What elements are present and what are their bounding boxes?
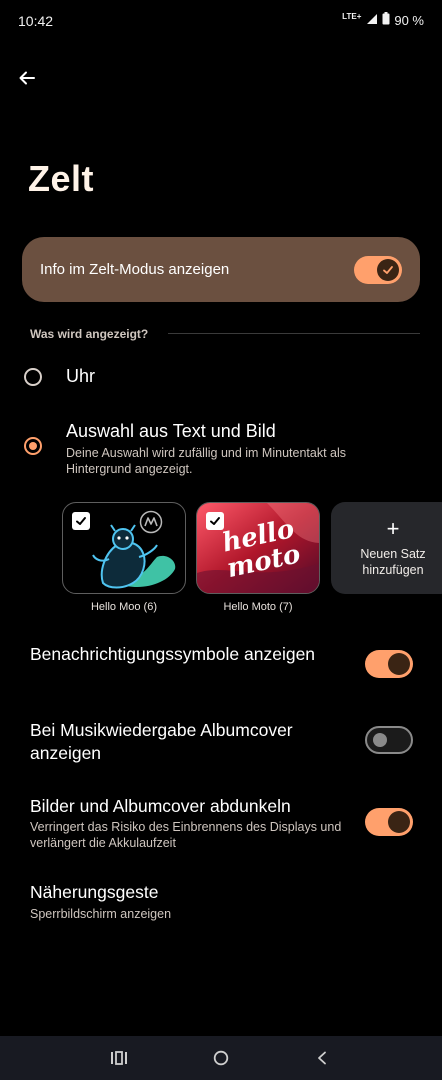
master-toggle-card[interactable]: Info im Zelt-Modus anzeigen (22, 237, 420, 302)
setting-dim-images-subtitle: Verringert das Risiko des Einbrennens de… (30, 820, 342, 850)
signal-icon (366, 13, 378, 28)
arrow-left-icon (19, 71, 35, 85)
option-text-bild-subtitle: Deine Auswahl wird zufällig und im Minut… (66, 446, 346, 476)
hello-moo-illustration (92, 524, 176, 589)
add-set-button[interactable]: + Neuen Satz hinzufügen (331, 502, 442, 594)
back-button[interactable] (12, 63, 42, 93)
network-type: LTE+ (342, 11, 362, 21)
switch-thumb (373, 733, 387, 747)
album-cover-switch[interactable] (365, 726, 413, 754)
setting-proximity-gesture-subtitle: Sperrbildschirm anzeigen (30, 907, 172, 921)
radio-dot (29, 442, 37, 450)
setting-notification-icons-title: Benachrichtigungssymbole anzeigen (30, 644, 316, 664)
status-time: 10:42 (18, 13, 54, 29)
radio-uhr[interactable] (24, 368, 42, 386)
set-caption-hello-moto: Hello Moto (7) (223, 601, 293, 613)
plus-icon: + (386, 516, 400, 541)
check-icon (210, 517, 220, 525)
recents-button[interactable] (107, 1046, 131, 1070)
home-button[interactable] (209, 1046, 233, 1070)
setting-dim-images[interactable]: Bilder und Albumcover abdunkeln Verringe… (0, 795, 442, 855)
set-tile-hello-moo[interactable] (62, 502, 186, 594)
section-divider (168, 333, 420, 334)
add-set-label: Neuen Satz hinzufügen (360, 547, 426, 577)
master-toggle-label: Info im Zelt-Modus anzeigen (40, 261, 230, 278)
recents-icon (111, 1051, 127, 1065)
master-switch[interactable] (354, 255, 402, 284)
check-icon (383, 265, 393, 274)
chevron-left-icon (318, 1051, 326, 1065)
home-icon (213, 1050, 229, 1066)
switch-thumb (388, 811, 410, 833)
option-uhr-title: Uhr (66, 366, 96, 386)
radio-text-bild[interactable] (24, 437, 42, 455)
battery-icon (382, 12, 390, 28)
switch-thumb (388, 653, 410, 675)
setting-proximity-gesture[interactable]: Näherungsgeste Sperrbildschirm anzeigen (0, 881, 442, 925)
option-text-bild-title: Auswahl aus Text und Bild (66, 421, 276, 441)
setting-dim-images-title: Bilder und Albumcover abdunkeln (30, 796, 291, 816)
notification-icons-switch[interactable] (365, 650, 413, 678)
page-title: Zelt (28, 158, 95, 199)
dim-images-switch[interactable] (365, 808, 413, 836)
set-checkbox[interactable] (206, 512, 224, 530)
option-text-bild[interactable]: Auswahl aus Text und Bild Deine Auswahl … (22, 420, 422, 480)
option-uhr[interactable]: Uhr (22, 362, 422, 394)
setting-album-cover[interactable]: Bei Musikwiedergabe Albumcover anzeigen (0, 716, 442, 766)
set-caption-hello-moo: Hello Moo (6) (90, 601, 158, 613)
back-nav-button[interactable] (310, 1046, 334, 1070)
status-icons: LTE+ 90 % (342, 12, 424, 28)
setting-album-cover-title: Bei Musikwiedergabe Albumcover anzeigen (30, 720, 293, 763)
section-header: Was wird angezeigt? (30, 327, 149, 341)
setting-proximity-gesture-title: Näherungsgeste (30, 882, 159, 902)
switch-thumb (377, 258, 399, 281)
set-tile-hello-moto[interactable]: hello moto (196, 502, 320, 594)
battery-level: 90 % (394, 12, 424, 28)
setting-notification-icons[interactable]: Benachrichtigungssymbole anzeigen (0, 640, 442, 690)
